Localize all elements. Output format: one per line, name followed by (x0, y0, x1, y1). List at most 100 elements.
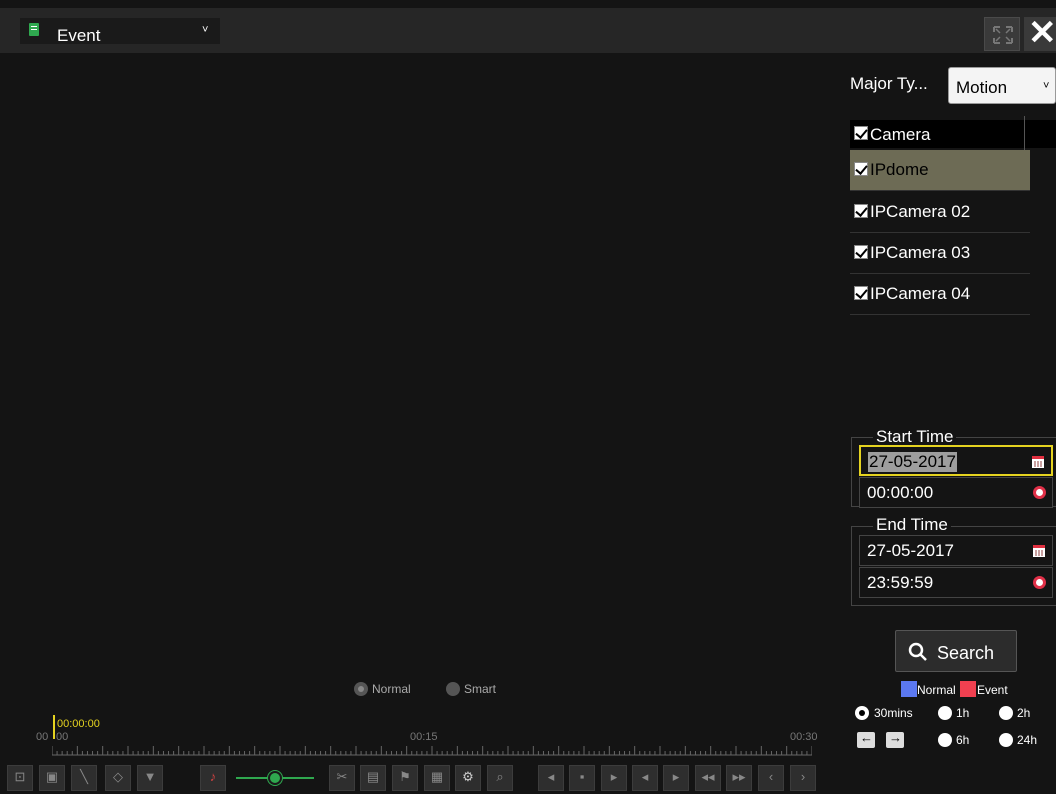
digital-zoom-button[interactable]: ▣ (39, 765, 65, 791)
camera-item-ipcamera-02[interactable]: IPCamera 02 (850, 192, 1030, 233)
close-button[interactable]: ✕ (1024, 14, 1056, 52)
start-date-value: 27-05-2017 (868, 452, 957, 472)
timeline-next-button[interactable]: → (886, 730, 904, 748)
camera-checkbox[interactable] (854, 286, 868, 300)
start-time-value: 00:00:00 (867, 483, 934, 502)
normal-legend-label: Normal (917, 683, 956, 697)
zoom-search-button[interactable]: ⌕ (487, 765, 513, 791)
volume-slider-handle[interactable] (268, 771, 282, 785)
smart-playback-label: Smart (464, 682, 497, 696)
clock-icon[interactable] (1033, 486, 1046, 499)
next-icon: › (800, 769, 806, 784)
column-divider (1024, 116, 1025, 152)
arrow-left-icon: ← (860, 730, 873, 745)
mute-button[interactable]: ♪ (200, 765, 226, 791)
snapshot-button[interactable]: ▤ (360, 765, 386, 791)
event-legend-swatch (960, 681, 976, 697)
camera-label: IPCamera 04 (870, 284, 971, 303)
full-frame-button[interactable]: ⊡ (7, 765, 33, 791)
timeline-left-edge-label: 00 (36, 731, 49, 743)
major-type-value: Motion (956, 78, 1008, 97)
filter-icon: ▼ (143, 769, 157, 784)
rewind-30s-button[interactable]: ◂ (632, 765, 658, 791)
search-button[interactable]: Search (895, 630, 1017, 672)
end-time-value: 23:59:59 (867, 573, 934, 592)
fast-button[interactable]: ▸▸ (726, 765, 752, 791)
settings-button[interactable]: ⚙ (455, 765, 481, 791)
add-tag-icon: ▦ (430, 769, 444, 784)
play-button[interactable]: ▸ (601, 765, 627, 791)
start-time-title: Start Time (873, 427, 957, 447)
camera-label: IPdome (870, 160, 929, 179)
ptz-button[interactable]: ◇ (105, 765, 131, 791)
next-button[interactable]: › (790, 765, 816, 791)
camera-item-ipcamera-03[interactable]: IPCamera 03 (850, 233, 1030, 274)
forward-30s-icon: ▸ (672, 769, 680, 784)
camera-checkbox[interactable] (854, 162, 868, 176)
ptz-icon: ◇ (113, 769, 123, 784)
rewind-30s-icon: ◂ (641, 769, 649, 784)
prev-icon: ‹ (768, 769, 774, 784)
zoom-6h-radio[interactable] (938, 733, 952, 747)
filter-button[interactable]: ▼ (137, 765, 163, 791)
timeline-prev-button[interactable]: ← (857, 730, 875, 748)
zoom-30mins-radio[interactable] (855, 706, 869, 720)
timeline-cursor[interactable] (53, 715, 55, 739)
prev-button[interactable]: ‹ (758, 765, 784, 791)
zoom-2h-radio[interactable] (999, 706, 1013, 720)
clip-icon: ✂ (336, 769, 348, 784)
camera-item-ipdome[interactable]: IPdome (850, 150, 1030, 191)
zoom-6h-label: 6h (956, 733, 970, 747)
tag-icon: ⚑ (399, 769, 411, 784)
start-date-field[interactable]: 27-05-2017 (859, 445, 1053, 476)
zoom-24h-label: 24h (1017, 733, 1038, 747)
zoom-24h-radio[interactable] (999, 733, 1013, 747)
end-date-value: 27-05-2017 (867, 541, 954, 560)
smart-playback-radio[interactable] (446, 682, 460, 696)
start-time-field[interactable]: 00:00:00 (859, 477, 1053, 508)
tag-button[interactable]: ⚑ (392, 765, 418, 791)
fullscreen-button[interactable] (984, 17, 1020, 51)
zoom-1h-label: 1h (956, 706, 970, 720)
event-legend-label: Event (977, 683, 1008, 697)
chevron-down-icon[interactable]: ˅ (1043, 80, 1049, 92)
camera-checkbox[interactable] (854, 204, 868, 218)
end-date-field[interactable]: 27-05-2017 (859, 535, 1053, 566)
calendar-icon[interactable] (1033, 545, 1045, 557)
calendar-icon[interactable] (1032, 456, 1044, 468)
zoom-1h-radio[interactable] (938, 706, 952, 720)
zoom-search-icon: ⌕ (496, 769, 504, 784)
settings-icon: ⚙ (462, 769, 474, 784)
normal-playback-label: Normal (372, 682, 411, 696)
normal-legend-swatch (901, 681, 917, 697)
major-type-label: Major Ty... (850, 74, 928, 93)
camera-label: IPCamera 02 (870, 202, 971, 221)
play-icon: ▸ (610, 769, 618, 784)
camera-checkbox[interactable] (854, 245, 868, 259)
timeline-ruler (52, 746, 812, 756)
chevron-down-icon[interactable]: ˅ (202, 24, 208, 36)
video-display[interactable] (0, 53, 848, 679)
stop-icon: ▪ (579, 769, 585, 784)
camera-list-header[interactable]: Camera (850, 116, 1056, 152)
draw-line-button[interactable]: ╲ (71, 765, 97, 791)
end-time-field[interactable]: 23:59:59 (859, 567, 1053, 598)
playback-mode-label: Event (57, 26, 101, 45)
select-all-checkbox[interactable] (854, 126, 868, 140)
full-frame-icon: ⊡ (14, 769, 26, 784)
clock-icon[interactable] (1033, 576, 1046, 589)
clip-button[interactable]: ✂ (329, 765, 355, 791)
playback-mode-select[interactable] (20, 18, 220, 44)
reverse-play-button[interactable]: ◂ (538, 765, 564, 791)
normal-playback-radio[interactable] (354, 682, 368, 696)
search-icon (908, 642, 927, 661)
zoom-30mins-label: 30mins (874, 706, 913, 720)
camera-item-ipcamera-04[interactable]: IPCamera 04 (850, 274, 1030, 315)
add-tag-button[interactable]: ▦ (424, 765, 450, 791)
slow-button[interactable]: ◂◂ (695, 765, 721, 791)
fast-icon: ▸▸ (732, 769, 746, 784)
camera-header-label: Camera (870, 125, 931, 144)
zoom-2h-label: 2h (1017, 706, 1031, 720)
stop-button[interactable]: ▪ (569, 765, 595, 791)
forward-30s-button[interactable]: ▸ (663, 765, 689, 791)
